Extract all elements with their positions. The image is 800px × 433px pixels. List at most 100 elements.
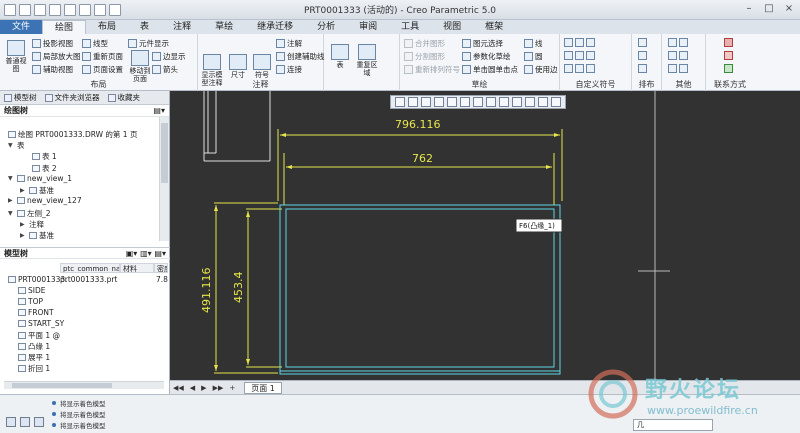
other-tool-3[interactable] <box>668 64 688 73</box>
first-sheet-icon[interactable]: ◀◀ <box>170 384 187 392</box>
general-view-button[interactable]: 普通视图 <box>4 40 28 73</box>
dimension-text-top1[interactable]: 796.116 <box>395 118 441 131</box>
symbol-tool-2[interactable] <box>564 51 595 60</box>
tab-review[interactable]: 审阅 <box>347 20 389 34</box>
maximize-icon[interactable]: □ <box>762 3 776 15</box>
part-outline-inner[interactable] <box>285 208 555 368</box>
tree-row-datum[interactable]: ▶ 基准 <box>20 185 54 196</box>
model-row-side[interactable]: SIDE <box>18 286 46 295</box>
expand-icon[interactable]: ▶ <box>8 197 15 204</box>
model-tree-tools-icon[interactable]: ▣▾ ▥▾ ▤▾ <box>126 249 166 258</box>
col-common-name[interactable]: ptc_common_name <box>60 263 120 273</box>
expand-icon[interactable]: ▶ <box>20 232 27 239</box>
model-row-part[interactable]: PRT0001333. <box>8 275 68 284</box>
model-row-top[interactable]: TOP <box>18 297 43 306</box>
next-sheet-icon[interactable]: ▶ <box>198 384 209 392</box>
tab-table[interactable]: 表 <box>128 20 161 34</box>
model-row-bendback-1[interactable]: 折回 1 <box>18 363 50 374</box>
arrow-button[interactable]: 箭头 <box>152 64 178 75</box>
repaint-icon[interactable] <box>434 97 444 107</box>
symbol-tool-3[interactable] <box>564 64 595 73</box>
use-edge-button[interactable]: 使用边 <box>524 64 558 75</box>
pdf-button[interactable] <box>724 38 733 47</box>
connect-button[interactable]: 连接 <box>276 64 302 75</box>
tree-row-view-1[interactable]: ▼ new_view_1 <box>8 174 72 183</box>
construction-line-button[interactable]: 创建辅助线 <box>276 51 325 62</box>
tab-analysis[interactable]: 分析 <box>305 20 347 34</box>
renew-page-button[interactable]: 重新页面 <box>82 51 123 62</box>
zoom-out-icon[interactable] <box>421 97 431 107</box>
regenerate-icon[interactable] <box>79 3 91 16</box>
undo-icon[interactable] <box>49 3 61 16</box>
tab-favorites[interactable]: 收藏夹 <box>104 91 145 104</box>
parametric-sketch-button[interactable]: 参数化草绘 <box>462 51 511 62</box>
line-button[interactable]: 线 <box>524 38 543 49</box>
sheet-button[interactable] <box>724 64 733 73</box>
window-icon[interactable] <box>94 3 106 16</box>
tree-row-annotations[interactable]: ▶ 注释 <box>20 219 44 230</box>
csys-display-icon[interactable] <box>551 97 561 107</box>
tab-legacy[interactable]: 继承迁移 <box>245 20 305 34</box>
last-sheet-icon[interactable]: ▶▶ <box>210 384 227 392</box>
plane-display-icon[interactable] <box>512 97 522 107</box>
mail-button[interactable] <box>724 51 733 60</box>
model-row-unbend-1[interactable]: 展平 1 <box>18 352 50 363</box>
expand-icon[interactable]: ▶ <box>20 187 27 194</box>
tab-drawing[interactable]: 绘图 <box>42 20 87 34</box>
tree-row-datum-2[interactable]: ▶ 基准 <box>20 230 54 241</box>
minimize-icon[interactable]: – <box>742 3 756 15</box>
hscroll-thumb[interactable] <box>12 383 112 388</box>
rearrange-symbol-button[interactable]: 重新排列符号 <box>404 64 460 75</box>
collapse-icon[interactable]: ▼ <box>8 175 15 182</box>
component-display-button[interactable]: 元件显示 <box>128 38 169 49</box>
rank-tool-2[interactable] <box>638 51 647 60</box>
other-tool-2[interactable] <box>668 51 688 60</box>
spin-center-icon[interactable] <box>499 97 509 107</box>
model-tree-hscrollbar[interactable] <box>4 381 164 389</box>
new-icon[interactable] <box>4 3 16 16</box>
browser-icon[interactable] <box>20 417 30 427</box>
model-row-start-sys[interactable]: START_SY <box>18 319 64 328</box>
point-display-icon[interactable] <box>538 97 548 107</box>
tree-settings-icon[interactable]: ▤▾ <box>153 106 165 115</box>
detail-view-button[interactable]: 局部放大图 <box>32 51 81 62</box>
dimension-text-left1[interactable]: 491.116 <box>200 268 213 314</box>
sheet-tab-1[interactable]: 页面 1 <box>244 381 282 394</box>
tab-layout[interactable]: 布局 <box>86 20 128 34</box>
add-sheet-icon[interactable]: + <box>226 384 238 392</box>
tab-tools[interactable]: 工具 <box>389 20 431 34</box>
open-icon[interactable] <box>19 3 31 16</box>
other-tool-1[interactable] <box>668 38 688 47</box>
drawing-tree-scrollbar[interactable] <box>159 117 169 241</box>
rank-tool-1[interactable] <box>638 38 647 47</box>
tab-framework[interactable]: 框架 <box>473 20 515 34</box>
col-density[interactable]: 密度 <box>154 263 168 273</box>
split-shapes-button[interactable]: 分割图形 <box>404 51 445 62</box>
model-row-plane-1[interactable]: 平面 1 @ <box>18 330 60 341</box>
dimension-text-top2[interactable]: 762 <box>412 152 433 165</box>
refit-icon[interactable] <box>395 97 405 107</box>
dimension-button[interactable]: 尺寸 <box>226 54 250 79</box>
table-button[interactable]: 表 <box>328 44 352 69</box>
repeat-region-button[interactable]: 重复区域 <box>354 44 380 77</box>
click-circle-point-button[interactable]: 单击圆单击点 <box>462 64 518 75</box>
auxiliary-view-button[interactable]: 辅助视图 <box>32 64 73 75</box>
tab-view[interactable]: 视图 <box>431 20 473 34</box>
graphics-area[interactable]: 796.116 762 491.116 453.4 F6(凸缘_1) <box>170 91 800 380</box>
collapse-icon[interactable]: ▼ <box>8 210 15 217</box>
save-icon[interactable] <box>34 3 46 16</box>
merge-shapes-button[interactable]: 合并图形 <box>404 38 445 49</box>
symbol-tool-1[interactable] <box>564 38 595 47</box>
saved-views-icon[interactable] <box>460 97 470 107</box>
rank-tool-3[interactable] <box>638 64 647 73</box>
col-material[interactable]: 材料 <box>120 263 154 273</box>
zoom-in-icon[interactable] <box>408 97 418 107</box>
edge-display-button[interactable]: 边显示 <box>152 51 186 62</box>
drawing-canvas[interactable]: 796.116 762 491.116 453.4 F6(凸缘_1) <box>170 91 800 380</box>
circle-button[interactable]: 圆 <box>524 51 543 62</box>
annotation-display-icon[interactable] <box>486 97 496 107</box>
tree-row-drawing[interactable]: 绘图 PRT0001333.DRW 的第 1 页 <box>8 129 137 140</box>
scroll-thumb[interactable] <box>161 123 168 183</box>
datum-display-icon[interactable] <box>473 97 483 107</box>
tab-model-tree[interactable]: 模型树 <box>0 91 41 104</box>
